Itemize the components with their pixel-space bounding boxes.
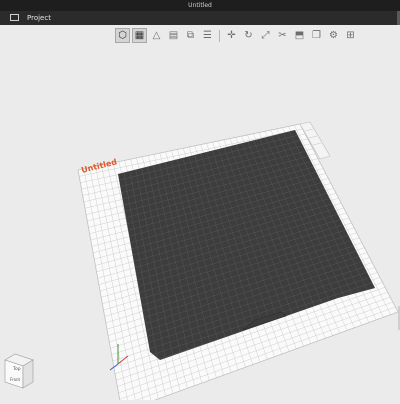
view-cube-front-label: Front — [10, 377, 21, 382]
window-titlebar: Untitled — [0, 0, 400, 11]
view-toolbar: ⬡ ▦ △ ▤ ⧉ ☰ ✛ ↻ ⤢ ✂ ⬒ ❐ ⚙ ⊞ — [115, 27, 395, 44]
perspective-button[interactable]: △ — [149, 28, 164, 43]
arrange-button[interactable]: ⧉ — [183, 28, 198, 43]
cut-button[interactable]: ✂ — [275, 28, 290, 43]
duplicate-button[interactable]: ❐ — [309, 28, 324, 43]
stack-button[interactable]: ☰ — [200, 28, 215, 43]
toolbar-separator — [219, 29, 220, 42]
app-window-icon[interactable] — [10, 14, 19, 21]
layers-button[interactable]: ▤ — [166, 28, 181, 43]
view-cube-top-label: Top — [12, 366, 21, 372]
rotate-button[interactable]: ↻ — [241, 28, 256, 43]
place-on-face-button[interactable]: ⬒ — [292, 28, 307, 43]
menu-bar: Project — [0, 11, 400, 25]
menu-project[interactable]: Project — [27, 14, 51, 22]
scene-canvas[interactable]: Untitled — [0, 44, 400, 404]
scale-button[interactable]: ⤢ — [258, 28, 273, 43]
iso-view-button[interactable]: ⬡ — [115, 28, 130, 43]
3d-viewport[interactable]: Untitled — [0, 44, 400, 404]
settings-button[interactable]: ⚙ — [326, 28, 341, 43]
grid-view-button[interactable]: ▦ — [132, 28, 147, 43]
window-title: Untitled — [188, 2, 212, 9]
support-button[interactable]: ⊞ — [343, 28, 358, 43]
add-button[interactable]: ✛ — [224, 28, 239, 43]
view-cube[interactable]: Top Front — [1, 352, 37, 392]
